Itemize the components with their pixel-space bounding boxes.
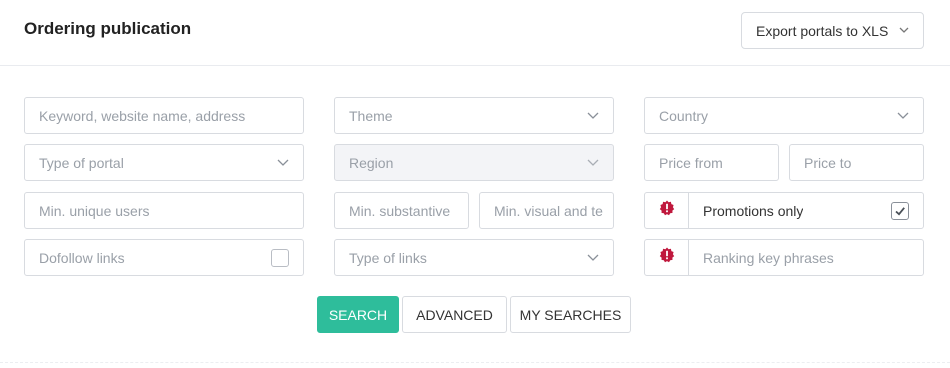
promotions-only-toggle[interactable]: Promotions only [688, 192, 924, 229]
region-select: Region [334, 144, 614, 181]
alert-badge-icon [659, 200, 675, 221]
price-from-placeholder: Price from [659, 154, 723, 171]
section-divider [0, 362, 950, 363]
theme-select-label: Theme [349, 107, 393, 124]
dofollow-links-toggle[interactable]: Dofollow links [24, 239, 304, 276]
export-portals-button[interactable]: Export portals to XLS [741, 12, 924, 49]
promotions-only-label: Promotions only [703, 202, 804, 219]
keyword-placeholder: Keyword, website name, address [39, 107, 246, 124]
ranking-alert-indicator [644, 239, 689, 276]
portal-type-select[interactable]: Type of portal [24, 144, 304, 181]
min-unique-users-input[interactable]: Min. unique users [24, 192, 304, 229]
alert-badge-icon [659, 247, 675, 268]
my-searches-button[interactable]: MY SEARCHES [510, 296, 631, 333]
promotions-alert-indicator [644, 192, 689, 229]
country-select-label: Country [659, 107, 709, 124]
min-visual-input[interactable]: Min. visual and te [479, 192, 614, 229]
region-select-label: Region [349, 154, 394, 171]
chevron-down-icon [587, 112, 599, 119]
keyword-input[interactable]: Keyword, website name, address [24, 97, 304, 134]
ranking-key-phrases-input[interactable]: Ranking key phrases [688, 239, 924, 276]
chevron-down-icon [587, 159, 599, 166]
page-title: Ordering publication [24, 19, 192, 38]
export-portals-label: Export portals to XLS [756, 22, 889, 39]
page-header: Ordering publication Export portals to X… [0, 0, 950, 66]
dofollow-checkbox[interactable] [271, 249, 289, 267]
chevron-down-icon [277, 159, 289, 166]
min-unique-users-placeholder: Min. unique users [39, 202, 150, 219]
advanced-button[interactable]: ADVANCED [402, 296, 507, 333]
ranking-key-phrases-placeholder: Ranking key phrases [703, 249, 834, 266]
price-to-input[interactable]: Price to [789, 144, 924, 181]
min-substantive-placeholder: Min. substantive [349, 202, 451, 219]
chevron-down-icon [897, 112, 909, 119]
dofollow-links-label: Dofollow links [39, 249, 125, 266]
chevron-down-icon [587, 254, 599, 261]
search-button[interactable]: SEARCH [317, 296, 399, 333]
min-substantive-input[interactable]: Min. substantive [334, 192, 469, 229]
portal-type-label: Type of portal [39, 154, 124, 171]
min-visual-placeholder: Min. visual and te [494, 202, 603, 219]
promotions-checkbox[interactable] [891, 202, 909, 220]
country-select[interactable]: Country [644, 97, 924, 134]
type-of-links-label: Type of links [349, 249, 427, 266]
theme-select[interactable]: Theme [334, 97, 614, 134]
price-from-input[interactable]: Price from [644, 144, 779, 181]
price-to-placeholder: Price to [804, 154, 852, 171]
chevron-down-icon [899, 27, 909, 33]
type-of-links-select[interactable]: Type of links [334, 239, 614, 276]
